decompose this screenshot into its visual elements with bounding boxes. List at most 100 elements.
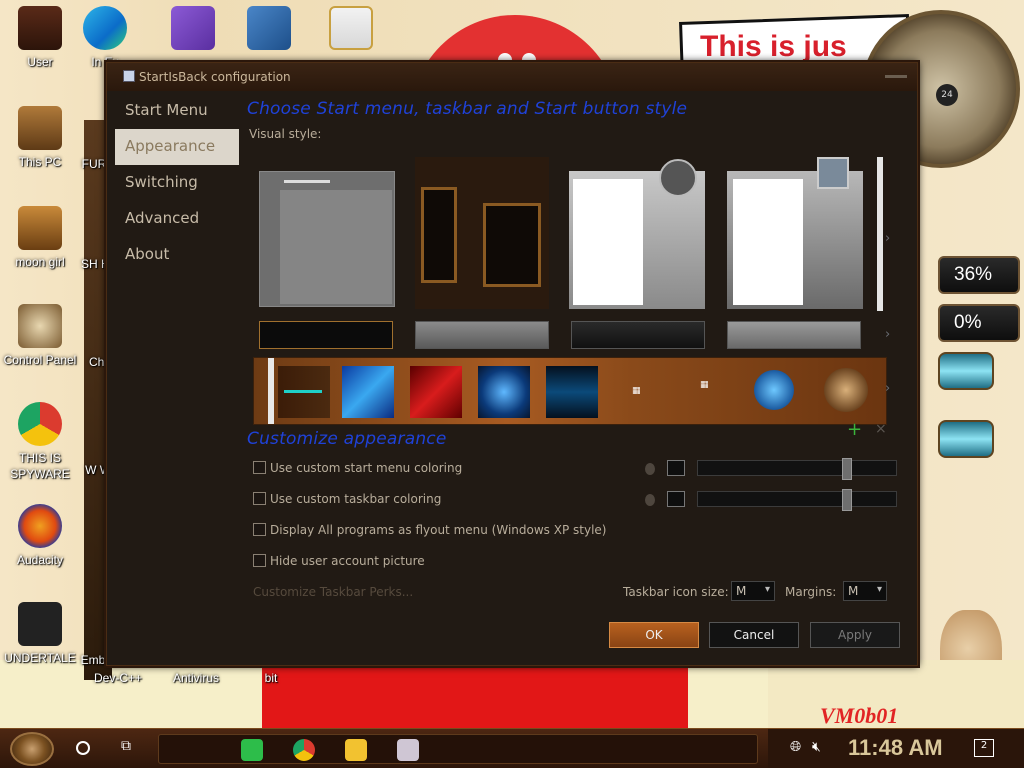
window-titlebar[interactable]: StartIsBack configuration — [107, 63, 917, 91]
taskbar: ⧉ 🌐︎ 🔇︎ 11:48 AM 2 — [0, 728, 1024, 768]
start-button-option-wave[interactable] — [546, 366, 598, 418]
checkbox-flyout-menu[interactable] — [253, 523, 266, 536]
ok-button[interactable]: OK — [609, 622, 699, 648]
style-option-win7-light[interactable] — [569, 159, 705, 309]
add-style-icon[interactable]: + — [847, 419, 862, 440]
sign-text: This is jus — [700, 30, 847, 63]
desktop-icon-partial-emb[interactable]: Emb — [78, 652, 108, 668]
settings-nav: Start Menu Appearance Switching Advanced… — [115, 93, 239, 273]
start-button-option-dots[interactable] — [478, 366, 530, 418]
option-custom-start-color[interactable]: Use custom start menu coloring — [253, 461, 462, 481]
customize-section-title: Customize appearance — [247, 429, 447, 449]
notes-app-icon[interactable] — [241, 739, 263, 761]
clock-dial-number: 24 — [936, 84, 958, 106]
taskbar-option-steampunk[interactable] — [259, 321, 393, 349]
select-value: M — [848, 584, 859, 598]
start-button-option-blue-swirl[interactable] — [342, 366, 394, 418]
taskbar-color-swatch[interactable] — [667, 491, 685, 507]
system-tray: 🌐︎ 🔇︎ 11:48 AM 2 — [768, 729, 1024, 768]
option-custom-taskbar-color[interactable]: Use custom taskbar coloring — [253, 492, 441, 512]
start-button-option-bar[interactable] — [278, 366, 330, 418]
startisback-config-window: StartIsBack configuration Start Menu App… — [106, 62, 918, 666]
option-flyout-menu[interactable]: Display All programs as flyout menu (Win… — [253, 523, 606, 543]
remove-style-icon[interactable]: × — [875, 421, 887, 437]
volume-muted-icon[interactable]: 🔇︎ — [812, 739, 821, 755]
tube-widget-2 — [938, 420, 994, 458]
desktop-icon-audacity[interactable]: Audacity — [0, 498, 80, 568]
taskbar-gallery-next-icon[interactable]: › — [885, 327, 890, 342]
desktop-icon-visual-studio[interactable] — [168, 0, 218, 54]
button-gallery-next-icon[interactable]: › — [885, 381, 890, 396]
start-button-option-red[interactable] — [410, 366, 462, 418]
window-close-button[interactable] — [885, 69, 907, 83]
apply-button[interactable]: Apply — [810, 622, 900, 648]
nav-advanced[interactable]: Advanced — [115, 201, 239, 237]
taskbar-clock[interactable]: 11:48 AM — [848, 735, 943, 761]
desktop-icon-chrome[interactable]: THIS IS SPYWARE — [0, 396, 80, 482]
color-drop-icon — [645, 494, 655, 506]
taskbar-icon-size-select[interactable]: M — [731, 581, 775, 601]
option-label: Hide user account picture — [270, 554, 425, 568]
desktop-icon-bit[interactable]: bit — [256, 670, 286, 686]
taskbar-app-strip — [158, 734, 758, 764]
desktop-icon-antivirus[interactable]: Antivirus — [166, 670, 226, 686]
style-option-steampunk[interactable] — [415, 157, 549, 309]
nav-start-menu[interactable]: Start Menu — [115, 93, 239, 129]
config-app-taskbar-icon[interactable] — [397, 739, 419, 761]
memory-meter-widget: 0% — [938, 304, 1020, 342]
slider-thumb[interactable] — [842, 458, 852, 480]
checkbox-hide-user-picture[interactable] — [253, 554, 266, 567]
style-gallery-scrollbar[interactable] — [877, 157, 883, 311]
start-color-swatch[interactable] — [667, 460, 685, 476]
desktop-icon-virtualbox[interactable] — [244, 0, 294, 54]
taskbar-option-light[interactable] — [727, 321, 861, 349]
option-hide-user-picture[interactable]: Hide user account picture — [253, 554, 425, 574]
desktop-icon-label: Emb — [80, 653, 106, 667]
desktop-icon-label: THIS IS SPYWARE — [10, 451, 70, 481]
desktop-icon-this-pc[interactable]: This PC — [0, 100, 80, 170]
start-button-option-flat-logo[interactable]: ▦ — [694, 366, 724, 418]
taskbar-color-slider[interactable] — [697, 489, 897, 511]
nav-switching[interactable]: Switching — [115, 165, 239, 201]
start-button[interactable] — [10, 732, 54, 766]
chrome-taskbar-icon[interactable] — [293, 739, 315, 761]
watermark-text: VM0b01 — [820, 703, 899, 728]
desktop-icon-control-panel[interactable]: Control Panel — [0, 298, 80, 368]
visual-style-gallery — [257, 157, 877, 309]
desktop-icon-undertale[interactable]: UNDERTALE — [0, 596, 80, 666]
style-option-win7-dark[interactable] — [727, 157, 863, 309]
style-option-win10[interactable] — [259, 171, 395, 307]
desktop-icon-edge[interactable]: In Ex — [80, 0, 130, 70]
cortana-icon[interactable] — [76, 741, 90, 755]
taskbar-option-grey[interactable] — [415, 321, 549, 349]
nav-appearance[interactable]: Appearance — [115, 129, 239, 165]
notification-center-icon[interactable]: 2 — [974, 739, 994, 757]
gallery-scroll-right-icon[interactable]: › — [885, 231, 890, 246]
customize-taskbar-perks-link[interactable]: Customize Taskbar Perks... — [253, 585, 413, 599]
network-icon[interactable]: 🌐︎ — [790, 739, 801, 755]
nav-about[interactable]: About — [115, 237, 239, 273]
start-button-gallery-scrollbar[interactable] — [268, 358, 274, 424]
start-button-option-small-logo[interactable]: ▦ — [616, 366, 646, 418]
audacity-icon — [18, 504, 62, 548]
margins-select[interactable]: M — [843, 581, 887, 601]
margins-label: Margins: — [785, 585, 837, 599]
file-explorer-icon[interactable] — [345, 739, 367, 761]
desktop-icon-moon-girl[interactable]: moon girl — [0, 200, 80, 270]
desktop-icon-dev-cpp[interactable]: Dev-C++ — [88, 670, 148, 686]
desktop-icon-label: bit — [264, 671, 278, 685]
taskbar-option-dark[interactable] — [571, 321, 705, 349]
checkbox-custom-taskbar-color[interactable] — [253, 492, 266, 505]
start-button-option-gear[interactable] — [824, 368, 868, 412]
style-section-title: Choose Start menu, taskbar and Start but… — [247, 99, 688, 119]
start-color-slider[interactable] — [697, 458, 897, 480]
slider-thumb[interactable] — [842, 489, 852, 511]
checkbox-custom-start-color[interactable] — [253, 461, 266, 474]
start-button-option-win7-orb[interactable] — [754, 370, 794, 410]
appearance-panel: Choose Start menu, taskbar and Start but… — [247, 99, 897, 601]
desktop-icon-user[interactable]: User — [0, 0, 80, 70]
visual-style-label: Visual style: — [249, 127, 322, 141]
desktop-icon-hxd[interactable] — [322, 0, 380, 54]
cancel-button[interactable]: Cancel — [709, 622, 799, 648]
task-view-icon[interactable]: ⧉ — [121, 738, 139, 756]
